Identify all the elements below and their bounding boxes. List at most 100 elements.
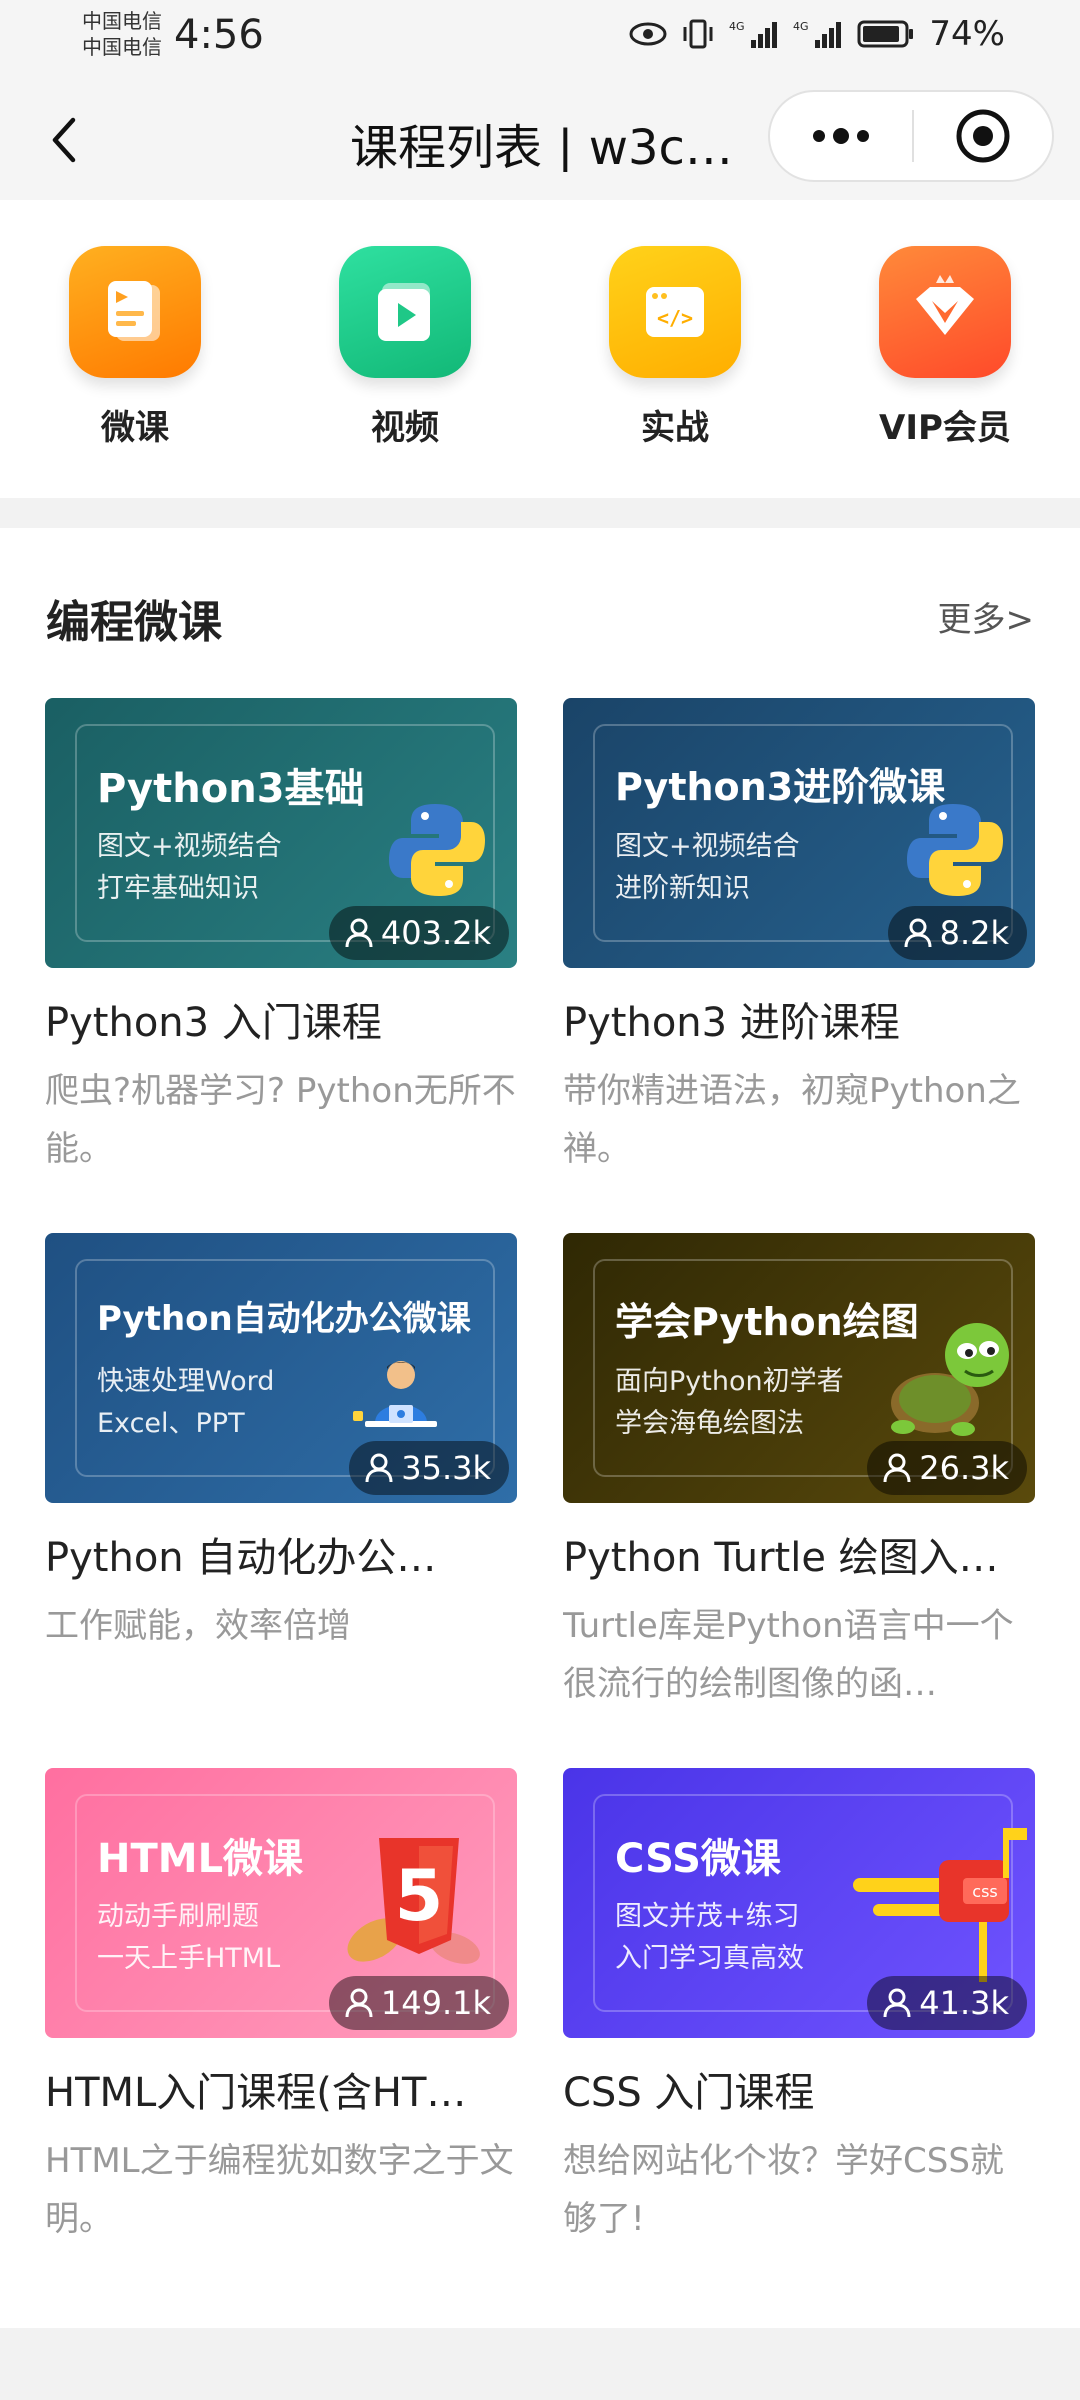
quick-nav-label: 微课 (101, 408, 169, 448)
mini-program-capsule (768, 90, 1054, 182)
quick-nav-label: 实战 (641, 408, 709, 448)
video-play-icon (339, 246, 471, 378)
course-title: CSS 入门课程 (563, 2070, 815, 2116)
course-card[interactable]: Python3基础 图文+视频结合 打牢基础知识 403.2k Python3 … (45, 698, 517, 1178)
course-title: Python 自动化办公… (45, 1535, 437, 1581)
target-close-icon (956, 109, 1010, 163)
course-thumbnail: 学会Python绘图 面向Python初学者 学会海龟绘图法 26.3k (563, 1233, 1035, 1503)
course-title: HTML入门课程(含HT… (45, 2070, 467, 2116)
battery-percent: 74% (929, 14, 1005, 54)
course-card[interactable]: CSS微课 图文并茂+练习 入门学习真高效 css 41.3k CSS 入门课程… (563, 1768, 1035, 2248)
svg-text:5: 5 (395, 1855, 444, 1937)
user-icon (345, 1988, 373, 2018)
section-title: 编程微课 (46, 597, 222, 648)
course-card[interactable]: HTML微课 动动手刷刷题 一天上手HTML 5 149.1k HTML入门课程… (45, 1768, 517, 2248)
svg-text:4G: 4G (793, 20, 809, 33)
course-card[interactable]: 学会Python绘图 面向Python初学者 学会海龟绘图法 26.3k Pyt… (563, 1233, 1035, 1713)
section-more-link[interactable]: 更多> (938, 592, 1035, 641)
thumbnail-title: Python3基础 (97, 766, 365, 812)
course-title: Python3 入门课程 (45, 1000, 382, 1046)
user-icon (345, 918, 373, 948)
course-title: Python3 进阶课程 (563, 1000, 900, 1046)
learners-count: 149.1k (380, 1984, 491, 2022)
svg-text:css: css (972, 1882, 997, 1901)
course-description: HTML之于编程犹如数字之于文明。 (45, 2141, 514, 2239)
thumbnail-subtitle: 图文+视频结合 打牢基础知识 (97, 831, 282, 904)
learners-badge: 403.2k (328, 906, 509, 960)
diamond-crown-icon (879, 246, 1011, 378)
office-worker-icon (353, 1361, 437, 1427)
python-logo-icon (389, 804, 485, 896)
user-icon (365, 1453, 393, 1483)
thumbnail-subtitle: 图文+视频结合 进阶新知识 (615, 831, 800, 904)
vibrate-icon (683, 19, 713, 49)
more-button[interactable] (770, 92, 912, 180)
svg-text:4G: 4G (729, 20, 745, 33)
quick-nav-micro-course[interactable]: 微课 (45, 246, 225, 449)
code-window-icon: </> (609, 246, 741, 378)
thumbnail-subtitle: 面向Python初学者 学会海龟绘图法 (615, 1366, 844, 1439)
css-mailbox-icon: css (853, 1828, 1027, 1982)
status-time: 4:56 (174, 12, 264, 58)
svg-text:</>: </> (657, 306, 693, 330)
user-icon (904, 918, 932, 948)
html5-shield-icon: 5 (347, 1838, 480, 1964)
quick-nav-label: VIP会员 (879, 408, 1011, 448)
signal-4g-icon: 4G (729, 20, 778, 48)
back-button[interactable] (34, 110, 94, 170)
course-description: 爬虫?机器学习? Python无所不能。 (45, 1071, 516, 1169)
document-icon (69, 246, 201, 378)
course-description: 想给网站化个妆？学好CSS就够了! (563, 2141, 1004, 2239)
turtle-icon (891, 1323, 1009, 1436)
course-thumbnail: Python自动化办公微课 快速处理Word Excel、PPT 35.3k (45, 1233, 517, 1503)
learners-badge: 41.3k (867, 1976, 1027, 2030)
carrier-1: 中国电信 (82, 9, 162, 33)
eye-icon (629, 22, 667, 46)
learners-count: 26.3k (919, 1449, 1009, 1487)
course-card[interactable]: Python3进阶微课 图文+视频结合 进阶新知识 8.2k Python3 进… (563, 698, 1035, 1178)
close-mini-program-button[interactable] (914, 92, 1052, 180)
course-section: 编程微课 更多> Python3基础 图文+视频结合 打牢基础知识 403.2k… (0, 528, 1080, 2328)
learners-badge: 35.3k (349, 1441, 509, 1495)
thumbnail-subtitle: 动动手刷刷题 一天上手HTML (97, 1901, 281, 1974)
learners-count: 35.3k (401, 1449, 491, 1487)
learners-badge: 26.3k (867, 1441, 1027, 1495)
course-thumbnail: HTML微课 动动手刷刷题 一天上手HTML 5 149.1k (45, 1768, 517, 2038)
course-thumbnail: Python3基础 图文+视频结合 打牢基础知识 403.2k (45, 698, 517, 968)
course-description: Turtle库是Python语言中一个很流行的绘制图像的函… (563, 1606, 1014, 1704)
nav-bar: 课程列表 | w3c… (0, 80, 1080, 200)
course-title: Python Turtle 绘图入… (563, 1535, 999, 1581)
page-title: 课程列表 | w3c… (350, 120, 733, 172)
learners-count: 403.2k (380, 914, 491, 952)
quick-nav: 微课 视频 </> 实战 VIP会员 (0, 200, 1080, 498)
learners-count: 41.3k (919, 1984, 1009, 2022)
thumbnail-subtitle: 图文并茂+练习 入门学习真高效 (615, 1901, 804, 1974)
battery-icon (857, 20, 914, 48)
quick-nav-practice[interactable]: </> 实战 (585, 246, 765, 449)
chevron-left-icon (52, 117, 76, 163)
quick-nav-vip[interactable]: VIP会员 (855, 246, 1035, 449)
quick-nav-video[interactable]: 视频 (315, 246, 495, 449)
carrier-2: 中国电信 (82, 35, 162, 59)
thumbnail-title: CSS微课 (615, 1836, 781, 1882)
status-icons: 4G 4G 74% (629, 14, 1005, 54)
python-logo-icon (907, 804, 1003, 896)
thumbnail-subtitle: 快速处理Word Excel、PPT (97, 1366, 275, 1439)
more-dots-icon (813, 128, 869, 144)
course-thumbnail: Python3进阶微课 图文+视频结合 进阶新知识 8.2k (563, 698, 1035, 968)
thumbnail-title: Python自动化办公微课 (97, 1299, 471, 1339)
course-description: 工作赋能，效率倍增 (45, 1606, 351, 1646)
status-bar: 中国电信 中国电信 4:56 4G 4G 74% (0, 0, 1080, 80)
course-thumbnail: CSS微课 图文并茂+练习 入门学习真高效 css 41.3k (563, 1768, 1035, 2038)
thumbnail-title: HTML微课 (97, 1836, 304, 1882)
signal-4g-icon-2: 4G (793, 20, 842, 48)
learners-badge: 149.1k (328, 1976, 509, 2030)
user-icon (883, 1988, 911, 2018)
learners-count: 8.2k (939, 914, 1009, 952)
page-bottom-gap (0, 2328, 1080, 2400)
user-icon (883, 1453, 911, 1483)
course-card[interactable]: Python自动化办公微课 快速处理Word Excel、PPT 35.3k P… (45, 1233, 517, 1655)
carrier-labels: 中国电信 中国电信 (82, 8, 162, 60)
course-description: 带你精进语法，初窥Python之禅。 (563, 1071, 1021, 1169)
learners-badge: 8.2k (887, 906, 1027, 960)
